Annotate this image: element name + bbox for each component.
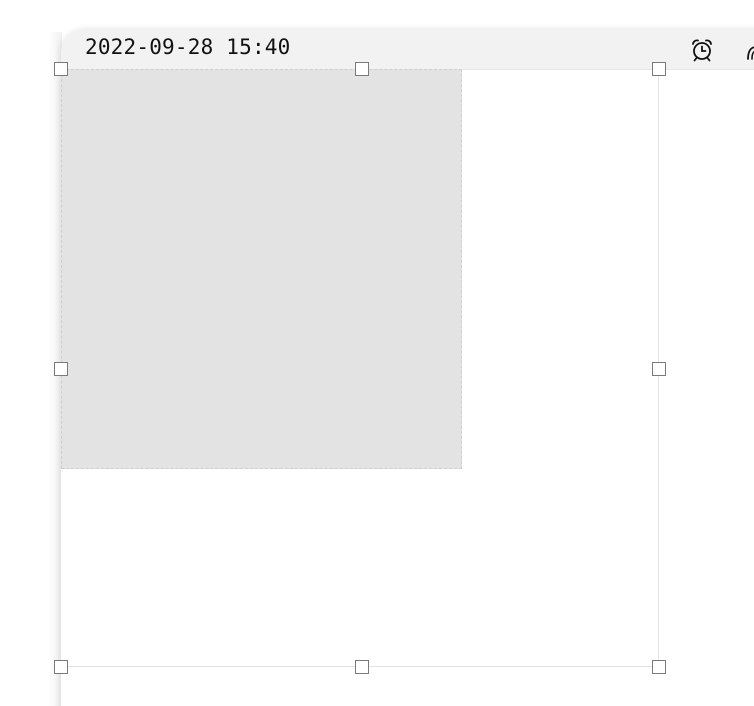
resize-handle-top-left[interactable] bbox=[54, 62, 68, 76]
resize-handle-middle-left[interactable] bbox=[54, 362, 68, 376]
resize-handle-bottom-right[interactable] bbox=[652, 660, 666, 674]
resize-handle-bottom-center[interactable] bbox=[355, 660, 369, 674]
datetime-label: 2022-09-28 15:40 bbox=[85, 35, 291, 59]
resize-handle-top-right[interactable] bbox=[652, 62, 666, 76]
resize-handle-bottom-left[interactable] bbox=[54, 660, 68, 674]
resize-handle-middle-right[interactable] bbox=[652, 362, 666, 376]
placeholder-block[interactable] bbox=[61, 69, 462, 469]
resize-handle-top-center[interactable] bbox=[355, 62, 369, 76]
partial-icon[interactable] bbox=[745, 37, 754, 63]
widget-header: 2022-09-28 15:40 bbox=[61, 28, 754, 70]
canvas-stage: 2022-09-28 15:40 bbox=[0, 0, 754, 706]
alarm-clock-icon[interactable] bbox=[689, 37, 715, 63]
